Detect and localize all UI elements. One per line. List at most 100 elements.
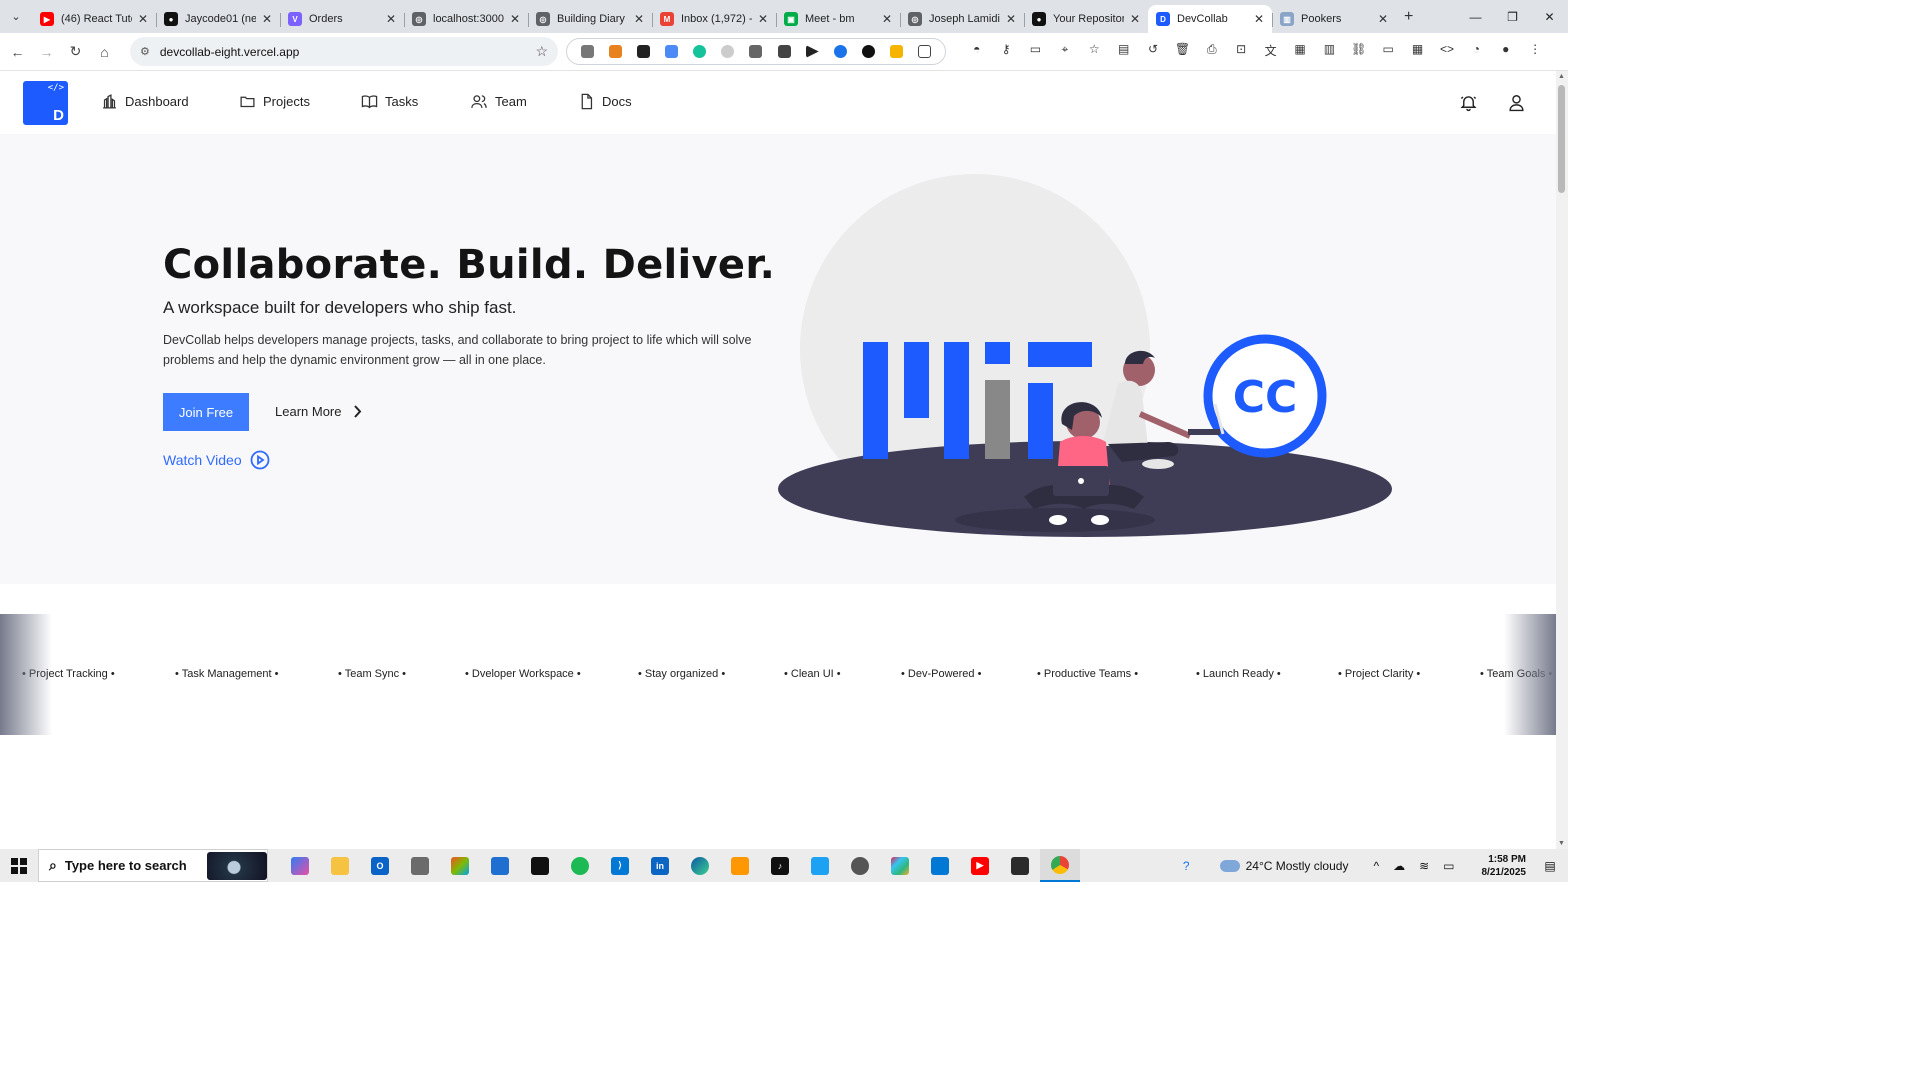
key-icon[interactable]: ⚷ — [991, 42, 1020, 59]
tab-close-icon[interactable]: ✕ — [1130, 12, 1140, 26]
extension-icon[interactable] — [636, 45, 650, 58]
tiktok-app[interactable]: ♪ — [760, 849, 800, 882]
wifi-icon[interactable]: ≋ — [1419, 859, 1429, 873]
start-button[interactable] — [0, 857, 38, 874]
capcut-app[interactable] — [520, 849, 560, 882]
puzzle-extensions-icon[interactable] — [918, 45, 932, 58]
edge-app[interactable] — [680, 849, 720, 882]
home-icon[interactable]: ⌂ — [90, 44, 119, 60]
file-explorer-app[interactable] — [320, 849, 360, 882]
camera-app[interactable] — [400, 849, 440, 882]
chevron-up-icon[interactable]: ^ — [1373, 859, 1379, 873]
learn-more-button[interactable]: Learn More — [275, 404, 362, 419]
scroll-down-icon[interactable]: ▼ — [1558, 840, 1565, 847]
profile-avatar-icon[interactable]: ● — [1491, 42, 1520, 59]
devtools-icon[interactable]: <> — [1432, 42, 1461, 59]
delete-icon[interactable]: 🗑 — [1168, 42, 1197, 59]
reader-icon[interactable]: ▥ — [1315, 42, 1344, 59]
settings-app[interactable] — [840, 849, 880, 882]
minimize-icon[interactable]: — — [1457, 0, 1494, 33]
bookmark-star-icon[interactable]: ☆ — [535, 43, 548, 60]
spotify-app[interactable] — [560, 849, 600, 882]
browser-tab[interactable]: ◎ localhost:3000/ ✕ — [404, 5, 528, 33]
tab-close-icon[interactable]: ✕ — [882, 12, 892, 26]
battery-icon[interactable]: ▭ — [1443, 859, 1454, 873]
chrome-app[interactable] — [1040, 849, 1080, 882]
notification-icon[interactable]: ▤ — [1540, 859, 1560, 873]
tab-close-icon[interactable]: ✕ — [634, 12, 644, 26]
nav-docs[interactable]: Docs — [578, 93, 632, 110]
watch-video-link[interactable]: Watch Video — [163, 450, 270, 470]
azure-app[interactable] — [920, 849, 960, 882]
grammarly-icon[interactable] — [693, 45, 707, 58]
nav-dashboard[interactable]: Dashboard — [101, 93, 189, 110]
link-icon[interactable]: ⛓ — [1344, 42, 1373, 59]
onedrive-icon[interactable]: ☁ — [1393, 859, 1405, 873]
favorites-icon[interactable]: ☆ — [1080, 42, 1109, 59]
browser-tab[interactable]: D DevCollab ✕ — [1148, 5, 1272, 33]
translate-icon[interactable]: 文 — [1256, 42, 1285, 59]
tab-close-icon[interactable]: ✕ — [510, 12, 520, 26]
linkedin-app[interactable]: in — [640, 849, 680, 882]
reading-list-icon[interactable]: ▤ — [1109, 42, 1138, 59]
store-app[interactable] — [480, 849, 520, 882]
join-free-button[interactable]: Join Free — [163, 393, 249, 431]
address-bar[interactable]: ⚙ devcollab-eight.vercel.app ☆ — [130, 37, 558, 66]
outlook-app[interactable]: O — [360, 849, 400, 882]
close-window-icon[interactable]: ✕ — [1531, 0, 1568, 33]
sublime-app[interactable] — [720, 849, 760, 882]
tab-close-icon[interactable]: ✕ — [386, 12, 396, 26]
scrollbar-thumb[interactable] — [1558, 85, 1565, 193]
extension-icon[interactable] — [749, 45, 763, 58]
devcollab-logo[interactable]: </> D — [23, 81, 68, 125]
twitter-app[interactable] — [800, 849, 840, 882]
tab-close-icon[interactable]: ✕ — [1006, 12, 1016, 26]
extension-icon[interactable] — [805, 45, 819, 58]
extension-icon[interactable] — [890, 45, 904, 58]
vscode-app[interactable]: ⟩ — [600, 849, 640, 882]
weather-widget[interactable]: 24°C Mostly cloudy — [1219, 859, 1348, 873]
location-icon[interactable]: ⌖ — [1050, 42, 1079, 59]
browser-tab[interactable]: ▥ Pookers ✕ — [1272, 5, 1396, 33]
print-icon[interactable]: ⎙ — [1197, 42, 1226, 59]
help-icon[interactable]: ? — [1183, 859, 1190, 873]
extension-icon[interactable] — [833, 45, 847, 58]
clock[interactable]: 1:58 PM 8/21/2025 — [1482, 853, 1527, 879]
browser-tab[interactable]: V Orders ✕ — [280, 5, 404, 33]
performance-icon[interactable]: ◔ — [1462, 42, 1491, 59]
page-scrollbar[interactable]: ▲ ▼ — [1556, 71, 1568, 849]
extension-icon[interactable] — [721, 45, 735, 58]
history-icon[interactable]: ↺ — [1138, 42, 1167, 59]
site-info-icon[interactable]: ⚙ — [140, 45, 150, 58]
tab-close-icon[interactable]: ✕ — [1254, 12, 1264, 26]
screenshot-icon[interactable]: ⊡ — [1227, 42, 1256, 59]
m365-app[interactable] — [440, 849, 480, 882]
youtube-app[interactable]: ▶ — [960, 849, 1000, 882]
gitbash-app[interactable] — [1000, 849, 1040, 882]
tab-close-icon[interactable]: ✕ — [262, 12, 272, 26]
menu-kebab-icon[interactable]: ⋮ — [1520, 42, 1549, 59]
browser-tab[interactable]: ◎ Joseph Lamidi ✕ — [900, 5, 1024, 33]
copilot-app[interactable] — [280, 849, 320, 882]
nav-team[interactable]: Team — [470, 93, 527, 110]
taskbar-search[interactable]: ⌕ Type here to search — [38, 849, 268, 882]
table-icon[interactable]: ▦ — [1403, 42, 1432, 59]
new-tab-icon[interactable]: + — [1404, 8, 1413, 26]
back-icon[interactable]: ← — [3, 44, 32, 60]
browser-tab[interactable]: M Inbox (1,972) - ✕ — [652, 5, 776, 33]
forward-icon[interactable]: → — [32, 44, 61, 60]
tab-close-icon[interactable]: ✕ — [1378, 12, 1388, 26]
bell-icon[interactable] — [1459, 93, 1478, 112]
extension-icon[interactable] — [664, 45, 678, 58]
tab-search-chevron-icon[interactable]: ⌄ — [0, 0, 32, 33]
apps-icon[interactable]: ▦ — [1285, 42, 1314, 59]
browser-tab[interactable]: ▣ Meet - bm ✕ — [776, 5, 900, 33]
extension-icon[interactable] — [861, 45, 875, 58]
tab-close-icon[interactable]: ✕ — [758, 12, 768, 26]
browser-tab[interactable]: ◎ Building Diary ✕ — [528, 5, 652, 33]
browser-tab[interactable]: ● Your Repositor ✕ — [1024, 5, 1148, 33]
qr-icon[interactable] — [777, 45, 791, 58]
scroll-up-icon[interactable]: ▲ — [1558, 73, 1565, 80]
tab-close-icon[interactable]: ✕ — [138, 12, 148, 26]
reload-icon[interactable]: ↻ — [61, 43, 90, 60]
